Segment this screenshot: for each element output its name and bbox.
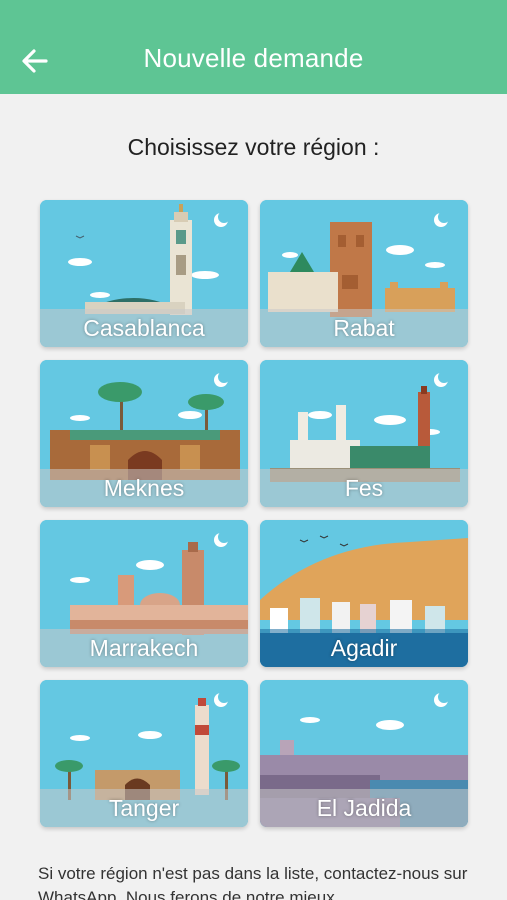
region-label: Fes (344, 475, 384, 501)
moon-icon (214, 691, 230, 707)
region-label: Tanger (108, 795, 180, 821)
help-text: Si votre région n'est pas dans la liste,… (38, 864, 468, 900)
moon-icon (214, 531, 230, 547)
region-label: Casablanca (83, 315, 205, 341)
moon-icon (214, 211, 230, 227)
page-title: Nouvelle demande (143, 43, 364, 73)
region-label: Agadir (330, 635, 398, 661)
region-card-el-jadida[interactable]: El Jadida (260, 680, 468, 827)
region-card-agadir[interactable]: Agadir (260, 520, 468, 667)
region-card-casablanca[interactable]: Casablanca (40, 200, 248, 347)
region-label: Rabat (333, 315, 395, 341)
region-prompt: Choisissez votre région : (127, 134, 380, 160)
region-label: El Jadida (316, 795, 412, 821)
region-card-marrakech[interactable]: Marrakech (40, 520, 248, 667)
region-card-rabat[interactable]: Rabat (260, 200, 468, 347)
moon-icon (434, 371, 450, 387)
region-card-meknes[interactable]: Meknes (40, 360, 248, 507)
moon-icon (434, 691, 450, 707)
moon-icon (214, 371, 230, 387)
region-card-fes[interactable]: Fes (260, 360, 468, 507)
region-label: Meknes (103, 475, 185, 501)
region-card-tanger[interactable]: Tanger (40, 680, 248, 827)
app-header: Nouvelle demande (0, 0, 507, 94)
moon-icon (434, 211, 450, 227)
region-label: Marrakech (89, 635, 199, 661)
